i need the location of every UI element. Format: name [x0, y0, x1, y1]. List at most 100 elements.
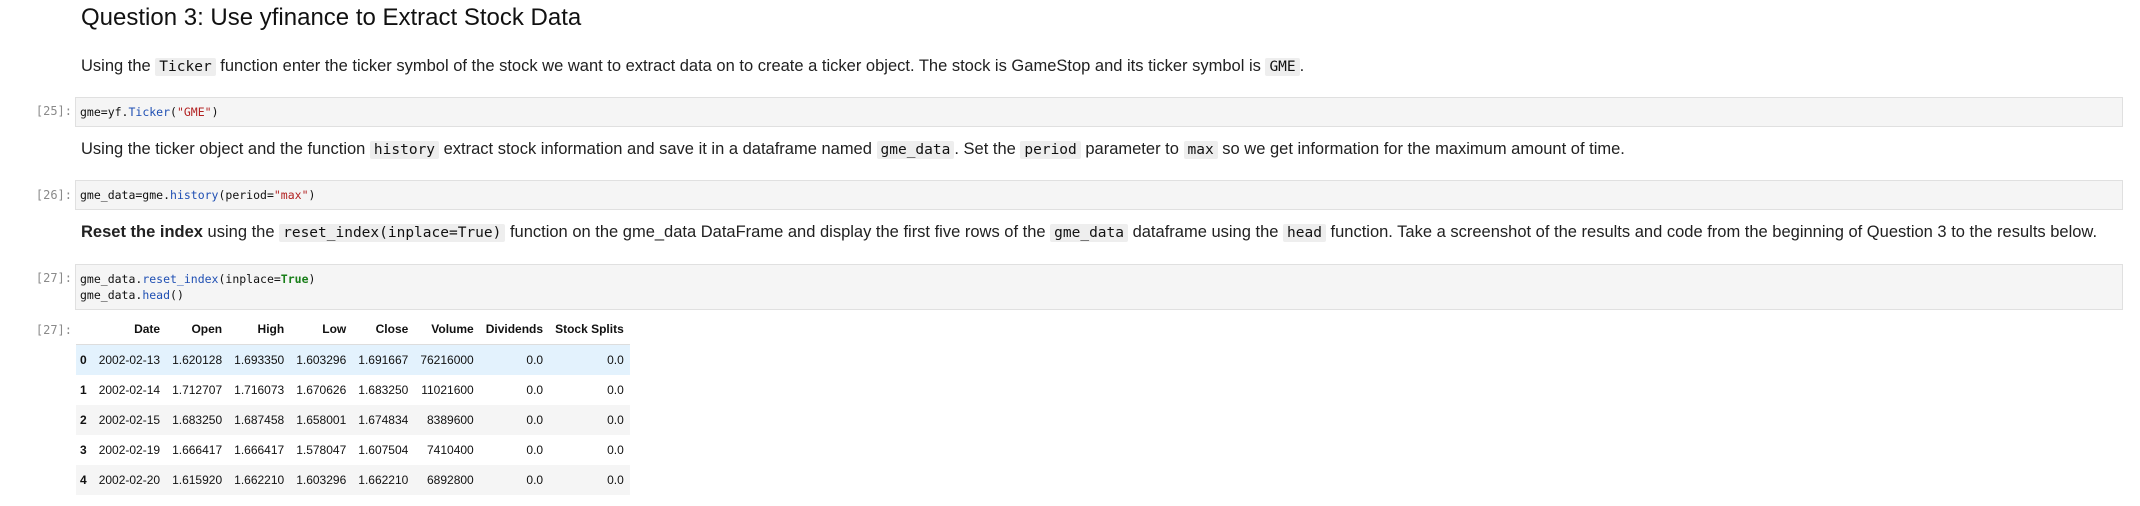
row-index: 4	[80, 473, 87, 487]
code-text: )	[308, 188, 316, 202]
row-index: 3	[80, 443, 87, 457]
table-cell: 1.662210	[358, 473, 409, 487]
cell-prompt: [25]:	[35, 104, 72, 118]
table-cell: 6892800	[427, 473, 474, 487]
table-cell: 0.0	[607, 353, 624, 367]
table-cell: 1.662210	[234, 473, 285, 487]
md-bold-text: Reset the index	[81, 223, 203, 241]
table-cell: 0.0	[607, 443, 624, 457]
markdown-instruction-1: Using the Ticker function enter the tick…	[81, 55, 1304, 78]
code-text: gme=yf.	[80, 105, 129, 119]
code-text: gme_data.	[80, 272, 143, 286]
code-text: )	[308, 272, 316, 286]
md-text: function on the gme_data DataFrame and d…	[505, 223, 1051, 241]
table-row: 2 2002-02-15 1.683250 1.687458 1.658001 …	[76, 405, 630, 435]
table-cell: 2002-02-13	[98, 353, 161, 367]
markdown-instruction-2: Using the ticker object and the function…	[81, 138, 1625, 161]
table-cell: 1.603296	[296, 473, 347, 487]
inline-code: reset_index(inplace=True)	[279, 224, 506, 242]
table-cell: 0.0	[526, 383, 544, 397]
table-cell: 1.658001	[296, 413, 347, 427]
column-header: Volume	[414, 314, 480, 345]
column-header: Close	[352, 314, 415, 345]
md-text: using the	[202, 223, 280, 241]
inline-code: gme_data	[876, 141, 955, 159]
table-cell: 0.0	[526, 413, 544, 427]
column-header: Dividends	[479, 314, 550, 345]
table-cell: 1.716073	[234, 383, 285, 397]
code-text: (	[170, 105, 177, 119]
table-cell: 1.603296	[296, 353, 347, 367]
table-cell: 0.0	[607, 383, 624, 397]
output-prompt: [27]:	[35, 323, 72, 337]
md-text: Using the	[81, 57, 156, 75]
md-text: .	[1299, 57, 1305, 75]
table-cell: 2002-02-20	[98, 473, 161, 487]
code-function: history	[170, 188, 219, 202]
inline-code: max	[1183, 141, 1218, 159]
code-text: (period=	[218, 188, 274, 202]
table-cell: 1.620128	[172, 353, 223, 367]
code-function: head	[142, 288, 171, 302]
md-text: so we get information for the maximum am…	[1217, 140, 1625, 158]
table-row: 3 2002-02-19 1.666417 1.666417 1.578047 …	[76, 435, 630, 465]
code-string: "GME"	[176, 105, 212, 119]
table-cell: 1.687458	[234, 413, 285, 427]
table-cell: 0.0	[607, 413, 624, 427]
cell-prompt: [26]:	[35, 188, 72, 202]
table-cell: 1.691667	[358, 353, 409, 367]
code-cell-27[interactable]: gme_data.reset_index(inplace=True) gme_d…	[75, 264, 2123, 310]
md-text: function enter the ticker symbol of the …	[215, 57, 1266, 75]
md-text: parameter to	[1080, 140, 1184, 158]
table-cell: 76216000	[420, 353, 474, 367]
code-cell-26[interactable]: gme_data=gme.history(period="max")	[75, 180, 2123, 210]
table-cell: 2002-02-15	[98, 413, 161, 427]
table-row: 1 2002-02-14 1.712707 1.716073 1.670626 …	[76, 375, 630, 405]
inline-code: Ticker	[155, 58, 216, 76]
column-header: High	[228, 314, 291, 345]
column-header: Open	[166, 314, 229, 345]
column-header: Low	[290, 314, 353, 345]
code-cell-25[interactable]: gme=yf.Ticker("GME")	[75, 97, 2123, 127]
md-text: dataframe using the	[1128, 223, 1284, 241]
md-text: function. Take a screenshot of the resul…	[1325, 223, 2098, 241]
code-text: gme_data.	[80, 288, 143, 302]
code-keyword: True	[280, 272, 309, 286]
table-cell: 0.0	[526, 353, 544, 367]
code-text: gme_data=gme.	[80, 188, 171, 202]
table-cell: 1.693350	[234, 353, 285, 367]
table-cell: 1.615920	[172, 473, 223, 487]
table-cell: 7410400	[427, 443, 474, 457]
row-index: 1	[80, 383, 87, 397]
table-cell: 1.607504	[358, 443, 409, 457]
table-cell: 0.0	[526, 473, 544, 487]
code-function: reset_index	[142, 272, 219, 286]
table-cell: 1.666417	[234, 443, 285, 457]
table-row: 0 2002-02-13 1.620128 1.693350 1.603296 …	[76, 344, 630, 375]
md-text: Using the ticker object and the function	[81, 140, 370, 158]
inline-code: gme_data	[1050, 224, 1128, 242]
table-cell: 1.674834	[358, 413, 409, 427]
column-header: Date	[92, 314, 167, 345]
inline-code: period	[1020, 141, 1081, 159]
table-row: 4 2002-02-20 1.615920 1.662210 1.603296 …	[76, 465, 630, 495]
code-function: Ticker	[128, 105, 171, 119]
column-header	[76, 314, 93, 345]
table-cell: 1.712707	[172, 383, 223, 397]
table-cell: 1.666417	[172, 443, 223, 457]
md-text: extract stock information and save it in…	[439, 140, 877, 158]
column-header: Stock Splits	[549, 314, 630, 345]
table-cell: 1.683250	[172, 413, 223, 427]
inline-code: head	[1283, 224, 1326, 242]
table-header-row: Date Open High Low Close Volume Dividend…	[76, 314, 630, 345]
code-text: )	[211, 105, 219, 119]
table-cell: 1.683250	[358, 383, 409, 397]
table-cell: 0.0	[526, 443, 544, 457]
table-cell: 2002-02-14	[98, 383, 161, 397]
inline-code: GME	[1265, 58, 1300, 76]
row-index: 2	[80, 413, 87, 427]
section-heading: Question 3: Use yfinance to Extract Stoc…	[81, 4, 582, 31]
table-cell: 8389600	[427, 413, 474, 427]
table-cell: 2002-02-19	[98, 443, 161, 457]
inline-code: history	[369, 141, 440, 159]
